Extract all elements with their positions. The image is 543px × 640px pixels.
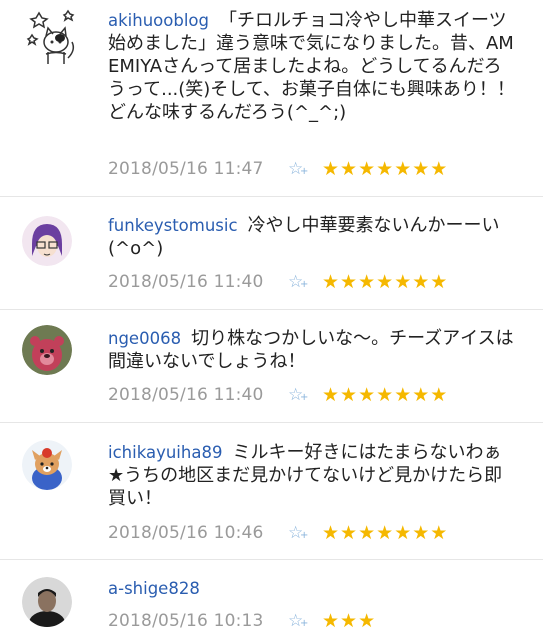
star-icon: ★ xyxy=(340,522,358,544)
avatar[interactable] xyxy=(22,216,72,266)
add-star-icon[interactable]: ☆ + xyxy=(288,523,322,543)
divider xyxy=(0,196,543,197)
add-star-icon[interactable]: ☆ + xyxy=(288,159,322,179)
divider xyxy=(0,559,543,560)
star-rating: ★ ★ ★ ★ ★ ★ ★ xyxy=(322,272,447,292)
star-icon: ★ xyxy=(322,610,340,632)
comment-username[interactable]: ichikayuiha89 xyxy=(108,443,222,462)
comment-username[interactable]: akihuooblog xyxy=(108,11,209,30)
star-icon: ★ xyxy=(358,158,376,180)
comment-meta: 2018/05/16 11:40 ☆ + ★ ★ ★ ★ ★ ★ ★ xyxy=(108,270,447,294)
star-icon: ★ xyxy=(376,158,394,180)
star-icon: ★ xyxy=(322,384,340,406)
comment-meta: 2018/05/16 11:47 ☆ + ★ ★ ★ ★ ★ ★ ★ xyxy=(108,157,447,181)
avatar[interactable] xyxy=(22,577,72,627)
add-star-icon[interactable]: ☆ + xyxy=(288,385,322,405)
comment-body: ichikayuiha89 ミルキー好きにはたまらないわぁ★うちの地区まだ見かけて… xyxy=(108,441,516,510)
star-icon: ★ xyxy=(358,384,376,406)
comment-timestamp: 2018/05/16 10:46 xyxy=(108,523,264,543)
star-icon: ★ xyxy=(394,522,412,544)
star-icon: ★ xyxy=(412,384,430,406)
star-icon: ★ xyxy=(322,522,340,544)
comment-timestamp: 2018/05/16 11:40 xyxy=(108,272,264,292)
star-icon: ★ xyxy=(412,271,430,293)
star-icon: ★ xyxy=(340,384,358,406)
add-star-icon[interactable]: ☆ + xyxy=(288,272,322,292)
comment-meta: 2018/05/16 10:13 ☆ + ★ ★ ★ xyxy=(108,609,375,633)
comment-meta: 2018/05/16 10:46 ☆ + ★ ★ ★ ★ ★ ★ ★ xyxy=(108,521,447,545)
avatar[interactable] xyxy=(22,325,72,375)
star-icon: ★ xyxy=(340,610,358,632)
comment-body: akihuooblog 「チロルチョコ冷やし中華スイーツ始めました」違う意味で気に… xyxy=(108,9,516,124)
comment-username[interactable]: funkeystomusic xyxy=(108,216,238,235)
star-icon: ★ xyxy=(412,158,430,180)
star-icon: ★ xyxy=(430,158,448,180)
star-icon: ★ xyxy=(376,384,394,406)
star-icon: ★ xyxy=(394,158,412,180)
comment-body: nge0068 切り株なつかしいな〜。チーズアイスは間違いないでしょうね！ xyxy=(108,327,516,373)
comment-timestamp: 2018/05/16 11:40 xyxy=(108,385,264,405)
divider xyxy=(0,309,543,310)
comment-timestamp: 2018/05/16 10:13 xyxy=(108,611,264,631)
star-icon: ★ xyxy=(322,271,340,293)
star-icon: ★ xyxy=(430,384,448,406)
add-star-icon[interactable]: ☆ + xyxy=(288,611,322,631)
star-icon: ★ xyxy=(358,271,376,293)
star-icon: ★ xyxy=(340,158,358,180)
star-icon: ★ xyxy=(340,271,358,293)
comment-timestamp: 2018/05/16 11:47 xyxy=(108,159,264,179)
star-icon: ★ xyxy=(412,522,430,544)
star-icon: ★ xyxy=(430,271,448,293)
divider xyxy=(0,422,543,423)
star-icon: ★ xyxy=(358,610,376,632)
star-rating: ★ ★ ★ xyxy=(322,611,375,631)
star-rating: ★ ★ ★ ★ ★ ★ ★ xyxy=(322,385,447,405)
comment-body: funkeystomusic 冷やし中華要素ないんかーーい(^o^) xyxy=(108,214,516,260)
star-icon: ★ xyxy=(394,271,412,293)
avatar[interactable] xyxy=(22,440,72,490)
star-icon: ★ xyxy=(358,522,376,544)
avatar[interactable] xyxy=(22,8,80,70)
star-icon: ★ xyxy=(376,271,394,293)
comment-body: a-shige828 xyxy=(108,577,516,600)
star-icon: ★ xyxy=(394,384,412,406)
star-icon: ★ xyxy=(430,522,448,544)
star-icon: ★ xyxy=(322,158,340,180)
star-rating: ★ ★ ★ ★ ★ ★ ★ xyxy=(322,159,447,179)
comment-username[interactable]: nge0068 xyxy=(108,329,181,348)
star-icon: ★ xyxy=(376,522,394,544)
comment-username[interactable]: a-shige828 xyxy=(108,579,200,598)
comment-meta: 2018/05/16 11:40 ☆ + ★ ★ ★ ★ ★ ★ ★ xyxy=(108,383,447,407)
star-rating: ★ ★ ★ ★ ★ ★ ★ xyxy=(322,523,447,543)
